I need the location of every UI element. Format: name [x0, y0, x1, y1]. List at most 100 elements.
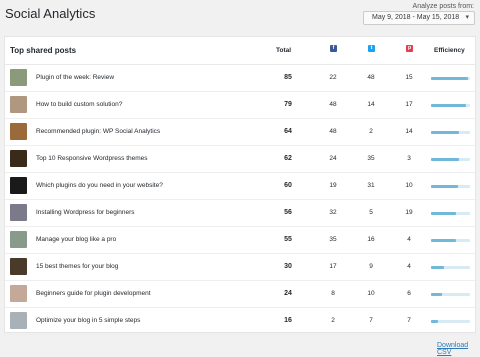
post-thumbnail — [10, 285, 27, 302]
post-thumbnail — [10, 150, 27, 167]
facebook-shares: 22 — [329, 74, 337, 81]
efficiency-bar-fill — [431, 131, 460, 134]
post-title[interactable]: How to build custom solution? — [36, 101, 122, 108]
total-shares: 24 — [284, 290, 292, 297]
table-row[interactable]: Which plugins do you need in your websit… — [5, 173, 475, 200]
post-title[interactable]: Beginners guide for plugin development — [36, 290, 151, 297]
total-shares: 62 — [284, 155, 292, 162]
efficiency-bar — [431, 104, 470, 107]
efficiency-bar — [431, 185, 470, 188]
twitter-icon: t — [368, 45, 375, 52]
date-range-select[interactable]: May 9, 2018 - May 15, 2018 ▾ — [363, 11, 475, 25]
total-shares: 64 — [284, 128, 292, 135]
table-row[interactable]: Recommended plugin: WP Social Analytics 6… — [5, 119, 475, 146]
facebook-shares: 35 — [329, 236, 337, 243]
column-header-total: Total — [276, 47, 292, 54]
facebook-shares: 2 — [331, 317, 335, 324]
pinterest-shares: 17 — [405, 101, 413, 108]
download-csv-link[interactable]: Download CSV — [437, 342, 480, 356]
table-row[interactable]: Optimize your blog in 5 simple steps 16 2 7… — [5, 308, 475, 335]
pinterest-shares: 19 — [405, 209, 413, 216]
post-thumbnail — [10, 123, 27, 140]
post-title[interactable]: Plugin of the week: Review — [36, 74, 114, 81]
table-row[interactable]: How to build custom solution? 79 48 14 17 — [5, 92, 475, 119]
efficiency-bar-fill — [431, 266, 445, 269]
table-row[interactable]: 15 best themes for your blog 30 17 9 4 — [5, 254, 475, 281]
top-shared-posts-card: Top shared posts Total f t p Efficiency … — [4, 36, 476, 335]
efficiency-bar-fill — [431, 212, 456, 215]
efficiency-bar — [431, 158, 470, 161]
pinterest-icon: p — [406, 45, 413, 52]
pinterest-shares: 10 — [405, 182, 413, 189]
table-title: Top shared posts — [10, 46, 77, 55]
twitter-shares: 10 — [367, 290, 375, 297]
date-range-label: Analyze posts from: — [412, 3, 474, 10]
facebook-shares: 17 — [329, 263, 337, 270]
table-header: Top shared posts Total f t p Efficiency — [5, 37, 475, 65]
twitter-shares: 35 — [367, 155, 375, 162]
efficiency-bar-fill — [431, 320, 439, 323]
total-shares: 30 — [284, 263, 292, 270]
post-title[interactable]: Top 10 Responsive Wordpress themes — [36, 155, 148, 162]
post-thumbnail — [10, 96, 27, 113]
efficiency-bar — [431, 131, 470, 134]
efficiency-bar-fill — [431, 77, 469, 80]
facebook-icon: f — [330, 45, 337, 52]
total-shares: 56 — [284, 209, 292, 216]
post-title[interactable]: Which plugins do you need in your websit… — [36, 182, 163, 189]
facebook-shares: 19 — [329, 182, 337, 189]
twitter-shares: 31 — [367, 182, 375, 189]
facebook-shares: 32 — [329, 209, 337, 216]
post-thumbnail — [10, 231, 27, 248]
table-row[interactable]: Installing Wordpress for beginners 56 32 5 1… — [5, 200, 475, 227]
facebook-shares: 24 — [329, 155, 337, 162]
pinterest-shares: 4 — [407, 236, 411, 243]
table-row[interactable]: Beginners guide for plugin development 24… — [5, 281, 475, 308]
post-thumbnail — [10, 258, 27, 275]
date-range-value: May 9, 2018 - May 15, 2018 — [372, 14, 460, 21]
efficiency-bar-fill — [431, 158, 459, 161]
efficiency-bar-fill — [431, 104, 467, 107]
efficiency-bar-fill — [431, 293, 442, 296]
efficiency-bar-fill — [431, 239, 456, 242]
total-shares: 85 — [284, 74, 292, 81]
twitter-shares: 7 — [369, 317, 373, 324]
facebook-shares: 8 — [331, 290, 335, 297]
total-shares: 60 — [284, 182, 292, 189]
facebook-shares: 48 — [329, 101, 337, 108]
total-shares: 79 — [284, 101, 292, 108]
table-row[interactable]: Manage your blog like a pro 55 35 16 4 — [5, 227, 475, 254]
total-shares: 16 — [284, 317, 292, 324]
pinterest-shares: 15 — [405, 74, 413, 81]
table-row[interactable]: Plugin of the week: Review 85 22 48 15 — [5, 65, 475, 92]
post-thumbnail — [10, 204, 27, 221]
pinterest-shares: 7 — [407, 317, 411, 324]
efficiency-bar — [431, 239, 470, 242]
efficiency-bar — [431, 77, 470, 80]
twitter-shares: 16 — [367, 236, 375, 243]
facebook-shares: 48 — [329, 128, 337, 135]
post-title[interactable]: 15 best themes for your blog — [36, 263, 118, 270]
post-title[interactable]: Manage your blog like a pro — [36, 236, 116, 243]
efficiency-bar — [431, 293, 470, 296]
page-title: Social Analytics — [5, 6, 96, 21]
twitter-shares: 2 — [369, 128, 373, 135]
efficiency-bar — [431, 212, 470, 215]
chevron-down-icon: ▾ — [465, 14, 469, 21]
pinterest-shares: 14 — [405, 128, 413, 135]
column-header-efficiency: Efficiency — [434, 47, 465, 54]
total-shares: 55 — [284, 236, 292, 243]
twitter-shares: 5 — [369, 209, 373, 216]
post-title[interactable]: Optimize your blog in 5 simple steps — [36, 317, 140, 324]
table-row[interactable]: Top 10 Responsive Wordpress themes 62 24 35… — [5, 146, 475, 173]
post-title[interactable]: Installing Wordpress for beginners — [36, 209, 135, 216]
pinterest-shares: 3 — [407, 155, 411, 162]
pinterest-shares: 4 — [407, 263, 411, 270]
twitter-shares: 9 — [369, 263, 373, 270]
twitter-shares: 14 — [367, 101, 375, 108]
post-title[interactable]: Recommended plugin: WP Social Analytics — [36, 128, 160, 135]
efficiency-bar — [431, 320, 470, 323]
pinterest-shares: 6 — [407, 290, 411, 297]
twitter-shares: 48 — [367, 74, 375, 81]
post-thumbnail — [10, 177, 27, 194]
